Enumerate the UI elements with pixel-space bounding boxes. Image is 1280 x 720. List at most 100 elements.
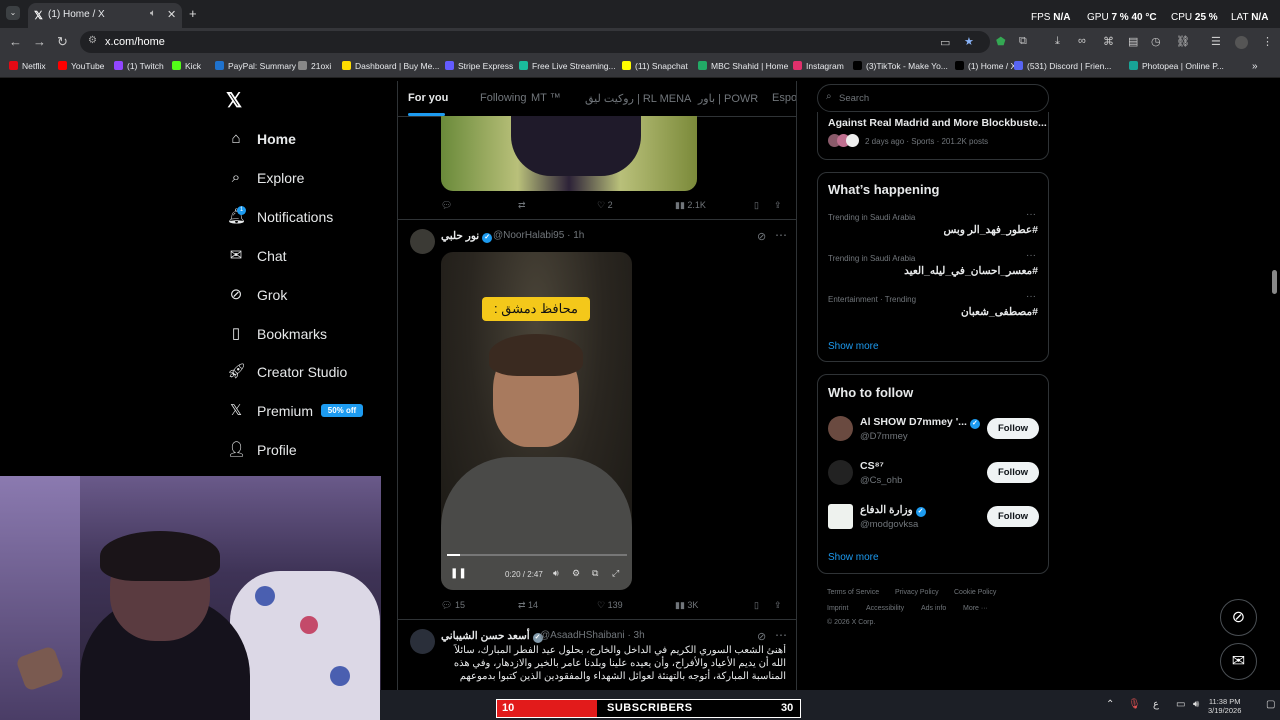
- cast-icon[interactable]: ▭: [940, 36, 950, 49]
- top-story-card[interactable]: Against Real Madrid and More Blockbuste.…: [817, 112, 1049, 160]
- follow-name[interactable]: وزارة الدفاع ✓: [860, 504, 926, 517]
- footer-link[interactable]: Terms of Service: [827, 589, 879, 596]
- reply-button[interactable]: 💬︎ 15: [441, 600, 465, 611]
- messages-fab-icon[interactable]: ✉: [1220, 643, 1257, 680]
- nav-item-grok[interactable]: ⊘ Grok: [227, 283, 288, 307]
- more-icon[interactable]: ⋯: [775, 228, 787, 242]
- feed-tab[interactable]: روكيت ليق | RL MENA: [585, 92, 691, 105]
- footer-link[interactable]: More ···: [963, 605, 988, 612]
- follow-handle[interactable]: @D7mmey: [860, 431, 908, 442]
- clock[interactable]: 11:38 PM 3/19/2026: [1208, 697, 1241, 715]
- language-indicator[interactable]: ع: [1153, 699, 1159, 710]
- footer-link[interactable]: Privacy Policy: [895, 589, 939, 596]
- bookmark-item[interactable]: (1) Twitch: [114, 61, 164, 71]
- nav-item-chat[interactable]: ✉ Chat: [227, 244, 287, 268]
- follow-button[interactable]: Follow: [987, 462, 1039, 483]
- more-vert-icon[interactable]: ⋮: [1262, 35, 1273, 48]
- bookmark-item[interactable]: (3)TikTok - Make Yo...: [853, 61, 948, 71]
- nav-item-profile[interactable]: 👤︎ Profile: [227, 438, 297, 462]
- share-icon[interactable]: ⇪: [774, 600, 782, 611]
- volume-tray-icon[interactable]: 🔊︎: [1193, 699, 1199, 710]
- bookmark-item[interactable]: (1) Home / X: [955, 61, 1016, 71]
- follow-avatar[interactable]: [828, 416, 853, 441]
- views-button[interactable]: ▮▮ 3K: [675, 600, 698, 611]
- notification-center-icon[interactable]: ▢: [1266, 699, 1275, 710]
- volume-icon[interactable]: 🔊︎: [553, 568, 559, 579]
- more-icon[interactable]: ⋯: [775, 628, 787, 642]
- footer-link[interactable]: Ads info: [921, 605, 946, 612]
- follow-button[interactable]: Follow: [987, 418, 1039, 439]
- profile-avatar[interactable]: [1235, 36, 1248, 49]
- nav-item-explore[interactable]: ⌕ Explore: [227, 166, 305, 190]
- pip-icon[interactable]: ⧉: [592, 568, 598, 579]
- trend-tag[interactable]: #معسر_احسان_في_ليله_العيد: [904, 265, 1038, 277]
- bookmark-item[interactable]: YouTube: [58, 61, 104, 71]
- footer-link[interactable]: Imprint: [827, 605, 848, 612]
- close-tab-icon[interactable]: ✕: [167, 8, 176, 21]
- like-button[interactable]: ♡ 139: [597, 600, 623, 611]
- bookmark-item[interactable]: Instagram: [793, 61, 844, 71]
- site-info-icon[interactable]: ⚙: [88, 35, 97, 46]
- tab-search-button[interactable]: ⌄: [6, 6, 20, 20]
- history-icon[interactable]: ◷: [1151, 35, 1161, 48]
- feed-tab[interactable]: For you: [408, 92, 448, 104]
- bookmark-item[interactable]: 21oxi: [298, 61, 331, 71]
- speaker-icon[interactable]: 🔈︎: [150, 8, 156, 19]
- post-author-handle[interactable]: @NoorHalabi95 · 1h: [493, 230, 584, 241]
- pause-icon[interactable]: ❚❚: [450, 568, 467, 579]
- video-player[interactable]: محافظ دمشق : ❚❚ 0:20 / 2:47 🔊︎ ⚙ ⧉ ⤢: [441, 252, 632, 590]
- link-icon[interactable]: ∞: [1078, 35, 1086, 47]
- bookmark-item[interactable]: Netflix: [9, 61, 46, 71]
- trend-tag[interactable]: #عطور_فهد_الر وبس: [944, 224, 1038, 236]
- nav-item-creator-studio[interactable]: 🚀︎ Creator Studio: [227, 360, 347, 384]
- footer-link[interactable]: Cookie Policy: [954, 589, 996, 596]
- trend-more-icon[interactable]: ···: [1026, 250, 1036, 261]
- browser-tab[interactable]: 𝕏 (1) Home / X 🔈︎ ✕: [28, 3, 182, 28]
- settings-icon[interactable]: ⚙: [572, 568, 580, 579]
- views-button[interactable]: ▮▮ 2.1K: [675, 200, 706, 211]
- bookmark-icon[interactable]: ▯: [754, 200, 759, 211]
- feed-tab[interactable]: باور | POWR: [698, 92, 758, 105]
- grok-icon[interactable]: ⊘: [757, 230, 766, 243]
- bookmark-icon[interactable]: ▯: [754, 600, 759, 611]
- address-bar[interactable]: ⚙ x.com/home ▭ ★: [80, 31, 990, 53]
- fullscreen-icon[interactable]: ⤢: [612, 568, 619, 579]
- network-icon[interactable]: ▭: [1176, 699, 1185, 710]
- follow-name[interactable]: CS⁸⁷: [860, 460, 884, 472]
- post-author-handle[interactable]: @AsaadHShaibani · 3h: [540, 630, 645, 641]
- follow-avatar[interactable]: [828, 504, 853, 529]
- reply-icon[interactable]: 💬︎: [441, 200, 452, 211]
- nav-item-bookmarks[interactable]: ▯ Bookmarks: [227, 322, 327, 346]
- footer-link[interactable]: Accessibility: [866, 605, 904, 612]
- bookmark-item[interactable]: Stripe Express: [445, 61, 513, 71]
- tray-chevron-icon[interactable]: ⌃: [1106, 699, 1114, 710]
- feed-tab[interactable]: Espor: [772, 92, 796, 104]
- follow-button[interactable]: Follow: [987, 506, 1039, 527]
- post-author-name[interactable]: نور حلبي ✓: [441, 230, 493, 243]
- grok-icon[interactable]: ⊘: [757, 630, 766, 643]
- follow-avatar[interactable]: [828, 460, 853, 485]
- bookmark-item[interactable]: MBC Shahid | Home: [698, 61, 788, 71]
- shield-extension-icon[interactable]: ⬟: [996, 35, 1006, 48]
- forward-icon[interactable]: →: [33, 34, 46, 49]
- repost-button[interactable]: ⇄ 14: [518, 600, 538, 611]
- bookmark-item[interactable]: PayPal: Summary: [215, 61, 296, 71]
- follow-handle[interactable]: @Cs_ohb: [860, 475, 902, 486]
- bookmark-item[interactable]: (11) Snapchat: [622, 61, 688, 71]
- video-progress-track[interactable]: [447, 554, 627, 556]
- bookmark-item[interactable]: Photopea | Online P...: [1129, 61, 1224, 71]
- back-icon[interactable]: ←: [9, 34, 22, 49]
- avatar[interactable]: [410, 229, 435, 254]
- nav-item-home[interactable]: ⌂ Home: [227, 127, 295, 151]
- grok-fab-icon[interactable]: ⊘: [1220, 599, 1257, 636]
- bookmark-star-icon[interactable]: ★: [964, 35, 974, 48]
- share-icon[interactable]: ⇪: [774, 200, 782, 211]
- bookmark-item[interactable]: Dashboard | Buy Me...: [342, 61, 439, 71]
- bookmark-item[interactable]: Kick: [172, 61, 201, 71]
- page-scrollbar-thumb[interactable]: [1272, 270, 1277, 294]
- new-tab-button[interactable]: +: [189, 6, 197, 21]
- post-author-name[interactable]: أسعد حسن الشيباني ✓: [441, 630, 543, 643]
- feed-tab[interactable]: Following: [480, 92, 526, 104]
- feed-tab[interactable]: MT ™: [531, 92, 561, 104]
- repost-icon[interactable]: ⇄: [518, 200, 526, 211]
